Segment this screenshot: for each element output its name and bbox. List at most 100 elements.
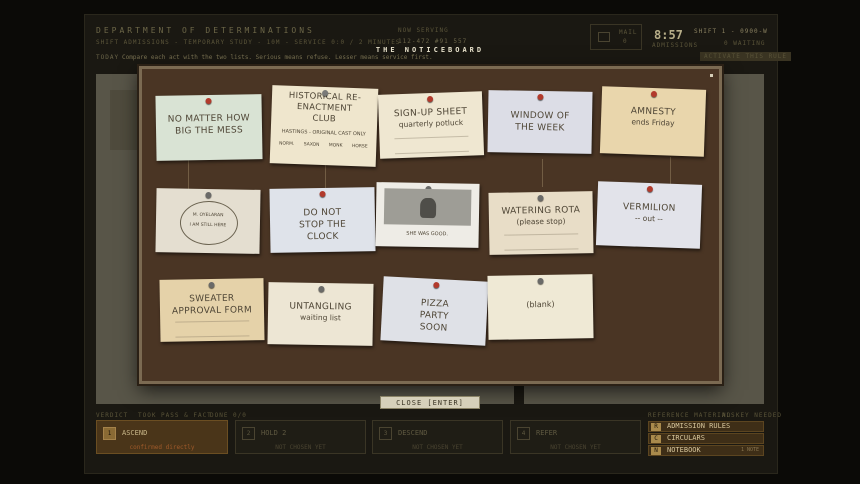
pin-icon: [646, 185, 654, 193]
shift-subtitle: SHIFT ADMISSIONS - TEMPORARY STUDY - 10M…: [96, 39, 401, 46]
note-do-not-stop-clock[interactable]: DO NOT STOP THE CLOCK: [269, 187, 376, 253]
noticeboard: NO MATTER HOW BIG THE MESS HISTORICAL RE…: [139, 66, 722, 384]
mail-count: 0: [623, 38, 628, 45]
action-sub: NOT CHOSEN YET: [412, 444, 463, 451]
note-text: SWEATER APPROVAL FORM: [171, 293, 253, 317]
action-label: DESCEND: [398, 429, 428, 437]
instruction-text: Compare each act with the two lists. Ser…: [122, 54, 433, 61]
note-pizza-party[interactable]: PIZZA PARTY SOON: [380, 276, 489, 346]
shift-label: SHIFT 1 - 0900-W: [694, 28, 768, 35]
tag-horse: HORSE: [351, 143, 368, 150]
action-label: REFER: [536, 429, 558, 437]
note-reenactment-club[interactable]: HISTORICAL RE-ENACTMENT CLUB HASTINGS - …: [269, 85, 379, 167]
note-sub: waiting list: [299, 312, 341, 323]
note-amnesty[interactable]: AMNESTY ends Friday: [599, 86, 707, 157]
note-untangling[interactable]: UNTANGLING waiting list: [267, 282, 374, 346]
clock-label: ADMISSIONS: [652, 42, 699, 49]
now-serving-value: 112-472 #91 557: [398, 38, 468, 45]
note-text: PIZZA PARTY SOON: [419, 298, 450, 334]
note-text: NO MATTER HOW BIG THE MESS: [167, 113, 251, 137]
department-title: DEPARTMENT OF DETERMINATIONS: [96, 26, 315, 35]
note-sub: (please stop): [516, 216, 566, 227]
note-title: WATERING ROTA: [501, 205, 581, 217]
action-key: 4: [517, 427, 530, 440]
note-no-matter-how[interactable]: NO MATTER HOW BIG THE MESS: [155, 94, 263, 161]
action-descend-button[interactable]: 3 DESCEND NOT CHOSEN YET: [372, 420, 503, 454]
action-label: HOLD 2: [261, 429, 287, 437]
form-lines: [174, 320, 250, 338]
figure-silhouette: [419, 197, 437, 219]
action-refer-button[interactable]: 4 REFER NOT CHOSEN YET: [510, 420, 641, 454]
note-window-of-week[interactable]: WINDOW OF THE WEEK: [487, 90, 593, 154]
mail-icon: [598, 32, 610, 42]
pin-icon: [317, 285, 324, 293]
action-key: 1: [103, 427, 116, 440]
action-hold-button[interactable]: 2 HOLD 2 NOT CHOSEN YET: [235, 420, 366, 454]
footer-nokey: NO KEY NEEDED: [722, 412, 782, 419]
signup-lines: [393, 135, 470, 155]
clock: 8:57: [654, 28, 683, 42]
tag-saxon: SAXON: [303, 142, 320, 148]
pin-icon: [537, 93, 544, 101]
action-sub: NOT CHOSEN YET: [275, 444, 326, 451]
photo-caption: SHE WAS GOOD.: [406, 230, 449, 238]
action-sub: confirmed directly: [129, 444, 195, 451]
pin-icon: [426, 95, 434, 103]
noticeboard-title: THE NOTICEBOARD: [375, 46, 485, 54]
tag-monk: MONK: [328, 143, 343, 149]
photo: [383, 188, 472, 226]
notebook-button[interactable]: N NOTEBOOK 1 NOTE: [648, 445, 764, 456]
footer-verdict: VERDICT: [96, 412, 129, 419]
waiting-count: 0 WAITING: [724, 40, 766, 47]
mail-box[interactable]: MAIL 0: [590, 24, 642, 50]
string: [188, 160, 189, 190]
rules-key: R: [651, 423, 661, 431]
rule-chip[interactable]: ACTIVATE THIS RULE: [700, 52, 792, 61]
pin-icon: [318, 190, 326, 198]
pin-icon: [537, 194, 544, 202]
pin-icon: [208, 281, 215, 289]
notebook-key: N: [651, 447, 661, 455]
circle-mark: [179, 200, 239, 246]
mail-label: MAIL: [619, 29, 638, 36]
circulars-button[interactable]: C CIRCULARS: [648, 433, 764, 444]
rota-lines: [503, 233, 579, 251]
note-sweater-approval[interactable]: SWEATER APPROVAL FORM: [159, 278, 265, 342]
note-text: (blank): [526, 299, 555, 310]
now-serving-label: NOW SERVING: [398, 27, 449, 34]
notebook-label: NOTEBOOK: [667, 446, 701, 454]
note-photo-she-was-good[interactable]: SHE WAS GOOD.: [375, 182, 480, 248]
instruction-tag: TODAY: [96, 54, 120, 61]
note-watering-rota[interactable]: WATERING ROTA (please stop): [488, 191, 594, 255]
string: [670, 157, 671, 187]
rules-label: ADMISSION RULES: [667, 422, 731, 430]
note-blank[interactable]: (blank): [487, 274, 594, 340]
notebook-hint: 1 NOTE: [740, 447, 759, 453]
circulars-key: C: [651, 435, 661, 443]
note-text: WINDOW OF THE WEEK: [510, 110, 570, 134]
action-key: 3: [379, 427, 392, 440]
pin-icon: [205, 97, 212, 105]
tag-norm: NORM.: [278, 141, 295, 147]
pin-icon: [536, 277, 544, 285]
footer-pass: TOOK PASS & FACT: [138, 412, 212, 419]
note-text: DO NOT STOP THE CLOCK: [299, 207, 347, 243]
note-signup-sheet[interactable]: SIGN-UP SHEET quarterly potluck: [377, 91, 485, 159]
action-ascend-button[interactable]: 1 ASCEND confirmed directly: [96, 420, 228, 454]
action-key: 2: [242, 427, 255, 440]
note-line: HASTINGS - ORIGINAL CAST ONLY: [281, 128, 366, 138]
footer-done: DONE 0/0: [210, 412, 247, 419]
note-oyelaran[interactable]: M. OYELARAN I AM STILL HERE: [155, 188, 261, 254]
circulars-label: CIRCULARS: [667, 434, 705, 442]
note-vermilion[interactable]: VERMILION -- out --: [595, 181, 703, 249]
action-label: ASCEND: [122, 429, 148, 437]
pin-icon: [205, 191, 212, 199]
close-button[interactable]: CLOSE [ENTER]: [380, 396, 480, 409]
action-sub: NOT CHOSEN YET: [550, 444, 601, 451]
applicant-photo: [110, 90, 140, 150]
pin-icon: [432, 281, 440, 289]
string: [542, 159, 543, 187]
admission-rules-button[interactable]: R ADMISSION RULES: [648, 421, 764, 432]
corner-dot-icon: [710, 74, 713, 77]
pin-icon: [650, 90, 658, 98]
